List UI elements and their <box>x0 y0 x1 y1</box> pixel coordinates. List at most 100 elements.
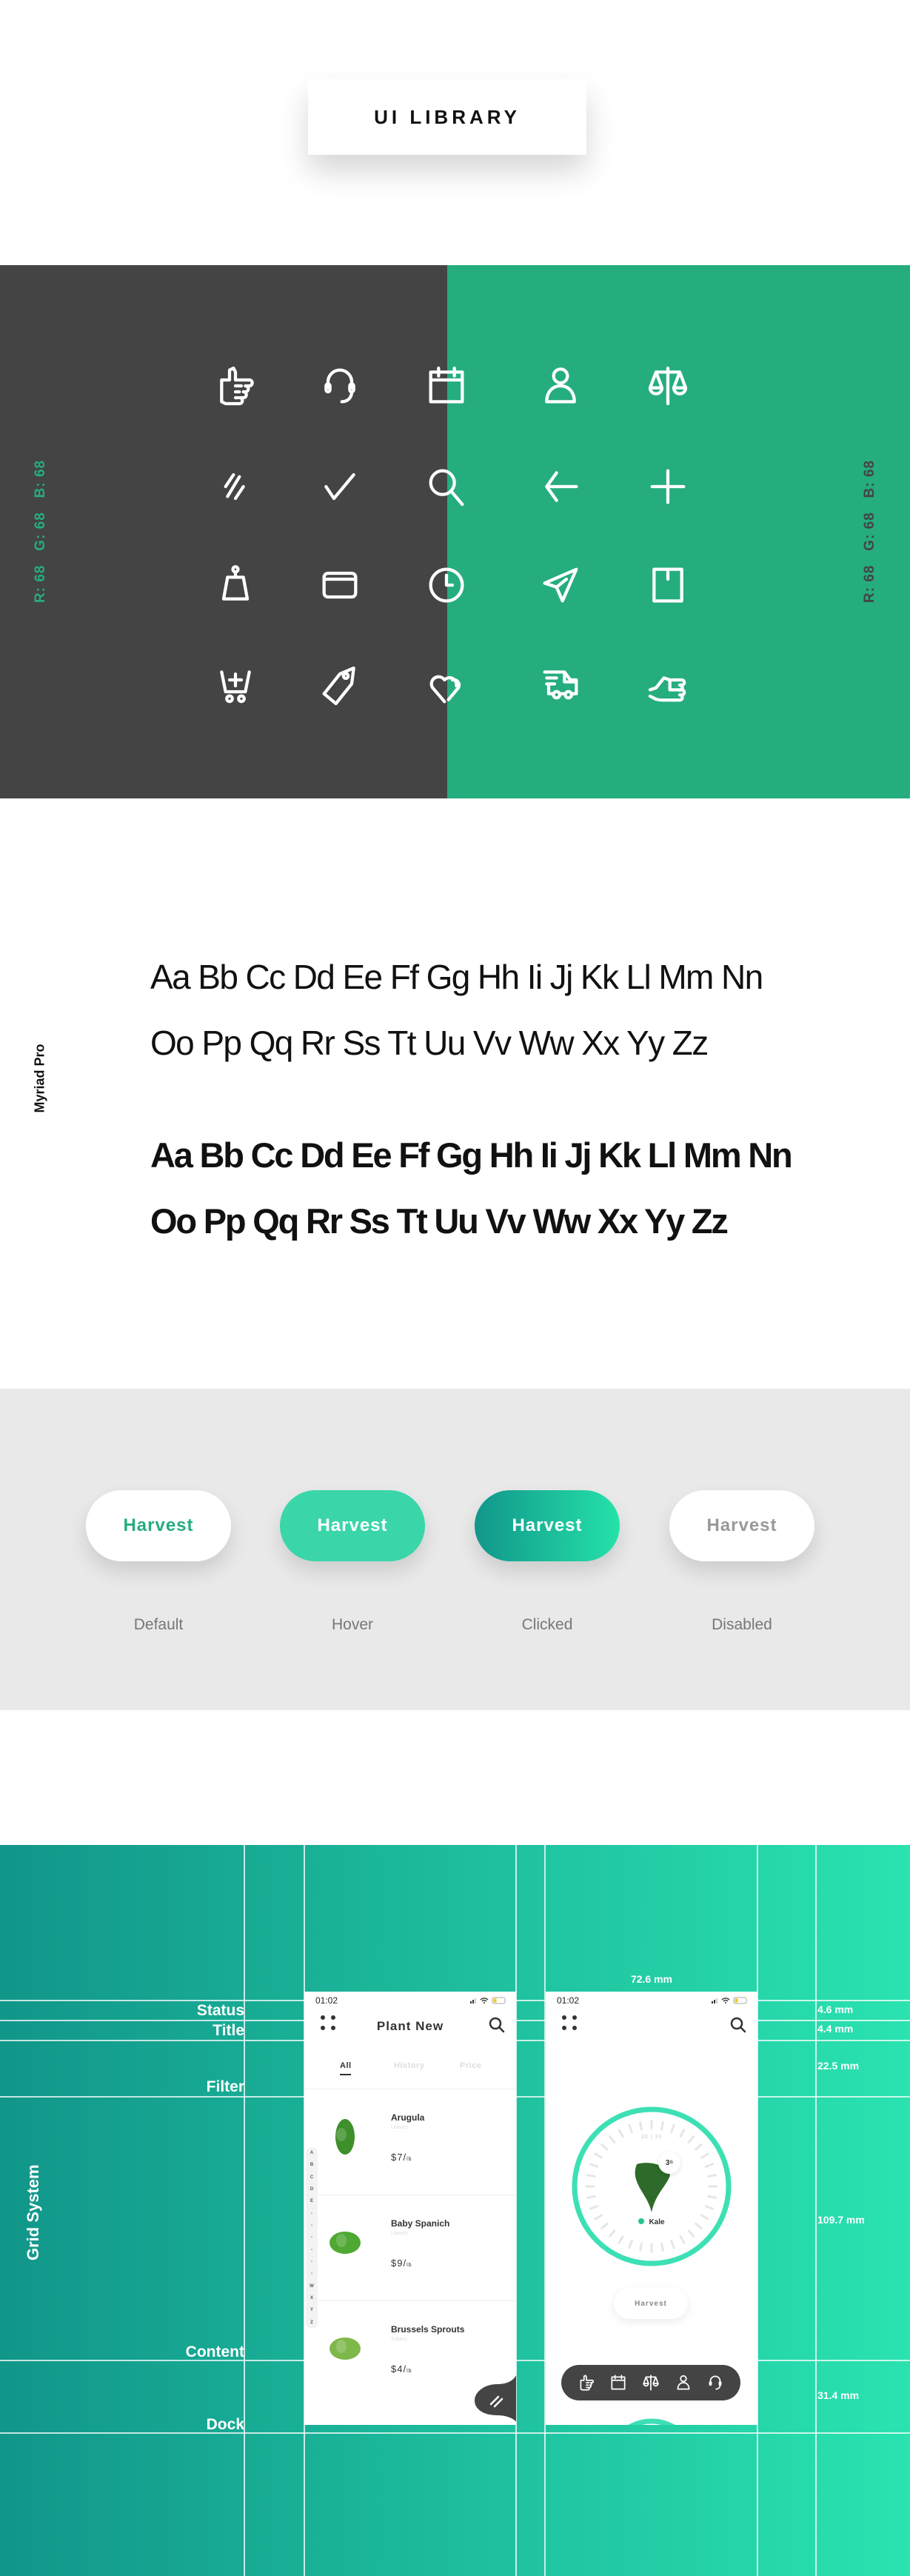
tab-price[interactable]: Price <box>460 2061 481 2070</box>
produce-image <box>335 2119 355 2155</box>
scale-dial[interactable] <box>546 1992 757 2425</box>
item-category: Tubers <box>391 2337 407 2342</box>
phone-plant-list: 01:02 Plant New All History Price Arugul… <box>304 1992 516 2425</box>
alphabet-letter[interactable]: A <box>310 2151 313 2155</box>
icon-panel: R: 68 G: 68 B: 68 R: 68 G: 68 B: 68 <box>0 265 910 798</box>
green-rgb-label: R: 68 G: 68 B: 68 <box>862 459 877 603</box>
user-icon <box>537 362 584 410</box>
measure-status: 4.6 mm <box>817 2003 854 2015</box>
regular-line-2: Oo Pp Qq Rr Ss Tt Uu Vv Ww Xx Yy Zz <box>150 1024 709 1062</box>
search-icon <box>423 463 470 510</box>
alphabet-letter[interactable]: - <box>311 2248 312 2252</box>
check-icon <box>316 463 364 510</box>
item-name: Baby Spanich <box>391 2218 450 2229</box>
dock-calendar-icon[interactable] <box>609 2373 628 2392</box>
dock-user-icon[interactable] <box>674 2373 693 2392</box>
fab-menu-button[interactable] <box>475 2362 516 2425</box>
item-price: $9/lb <box>391 2258 412 2269</box>
alphabet-letter[interactable]: - <box>311 2235 312 2240</box>
calendar-icon <box>423 362 470 410</box>
dial-tick <box>679 2235 686 2244</box>
harvest-button-hover[interactable]: Harvest <box>280 1490 425 1561</box>
alphabet-letter[interactable]: X <box>310 2296 313 2300</box>
item-category: Leaves <box>391 2125 408 2130</box>
dial-tick <box>707 2174 717 2178</box>
bold-line-2: Oo Pp Qq Rr Ss Tt Uu Vv Ww Xx Yy Zz <box>150 1201 729 1241</box>
alphabet-letter[interactable]: W <box>310 2284 314 2289</box>
dial-tick <box>608 2229 616 2238</box>
hearts-icon <box>423 662 470 710</box>
grid-system-title: Grid System <box>24 2164 42 2260</box>
arrow-left-icon <box>537 463 584 510</box>
state-label-clicked: Clicked <box>521 1616 573 1633</box>
dial-tick <box>700 2152 709 2159</box>
state-label-default: Default <box>133 1616 184 1633</box>
grid-system-panel: Grid System Status Title Filter Content … <box>0 1845 910 2576</box>
item-price: $4/lb <box>391 2363 412 2375</box>
harvest-button[interactable]: Harvest <box>614 2288 688 2319</box>
item-price: $7/lb <box>391 2152 412 2163</box>
hand-give-icon <box>644 662 692 710</box>
font-label: Myriad Pro <box>32 1044 47 1113</box>
alphabet-letter[interactable]: C <box>310 2175 313 2180</box>
title-card: UI LIBRARY <box>308 79 586 155</box>
row-label-content: Content <box>185 2343 244 2360</box>
alphabet-letter[interactable]: - <box>311 2272 312 2276</box>
produce-image <box>329 2338 361 2360</box>
weight-icon <box>212 561 259 609</box>
harvest-button-clicked[interactable]: Harvest <box>475 1490 620 1561</box>
dial-tick <box>639 2242 643 2252</box>
harvest-button-disabled: Harvest <box>669 1490 814 1561</box>
dial-tick <box>600 2143 609 2151</box>
dial-tick <box>660 2120 664 2131</box>
state-label-hover: Hover <box>331 1616 374 1633</box>
dial-tick <box>670 2239 675 2249</box>
item-name: Brussels Sprouts <box>391 2324 465 2335</box>
card-icon <box>316 561 364 609</box>
measure-filter: 22.5 mm <box>817 2060 860 2072</box>
item-category: Leaves <box>391 2231 408 2236</box>
status-icons <box>470 1997 506 2004</box>
dial-tick <box>639 2120 643 2131</box>
menu-slash-icon <box>212 463 259 510</box>
alphabet-letter[interactable]: E <box>310 2199 313 2203</box>
dial-tick <box>594 2152 603 2159</box>
search-icon[interactable] <box>488 2016 506 2034</box>
alphabet-letter[interactable]: B <box>310 2163 313 2167</box>
tab-underline <box>340 2074 351 2075</box>
page-title: UI LIBRARY <box>374 105 521 128</box>
produce-image <box>329 2232 361 2254</box>
harvest-button-default[interactable]: Harvest <box>86 1490 231 1561</box>
alphabet-letter[interactable]: D <box>310 2187 313 2192</box>
plant-label: Kale <box>546 2218 757 2226</box>
dock-scale-icon[interactable] <box>641 2373 660 2392</box>
alphabet-letter[interactable]: - <box>311 2212 312 2216</box>
item-name: Arugula <box>391 2112 425 2123</box>
dial-tick <box>586 2195 596 2199</box>
clock-icon <box>423 561 470 609</box>
row-label-status: Status <box>196 2002 244 2019</box>
regular-line-1: Aa Bb Cc Dd Ee Ff Gg Hh Ii Jj Kk Ll Mm N… <box>150 958 763 996</box>
dial-tick <box>707 2195 717 2199</box>
dial-tick <box>695 2143 703 2151</box>
dial-tick <box>589 2163 599 2168</box>
cart-add-icon <box>212 662 259 710</box>
width-measure: 72.6 mm <box>630 1973 673 1985</box>
tab-history[interactable]: History <box>394 2061 424 2070</box>
hand-icon <box>212 362 259 410</box>
tab-all[interactable]: All <box>340 2061 352 2070</box>
alphabet-letter[interactable]: Z <box>310 2320 313 2325</box>
row-label-title: Title <box>213 2022 244 2039</box>
dock-bar <box>561 2365 740 2400</box>
screen-title: Plant New <box>376 2019 444 2033</box>
measure-dock: 31.4 mm <box>817 2389 860 2401</box>
dock-hand-icon[interactable] <box>577 2373 596 2392</box>
alphabet-letter[interactable]: Y <box>310 2308 313 2312</box>
alphabet-letter[interactable]: - <box>311 2223 312 2228</box>
alphabet-index[interactable]: A B C D E - - - - - - W X Y Z <box>306 2147 318 2329</box>
dial-tick <box>586 2174 596 2178</box>
dock-headset-icon[interactable] <box>706 2373 725 2392</box>
dark-panel <box>0 265 447 798</box>
alphabet-letter[interactable]: - <box>311 2260 312 2264</box>
measure-content: 109.7 mm <box>817 2214 865 2226</box>
